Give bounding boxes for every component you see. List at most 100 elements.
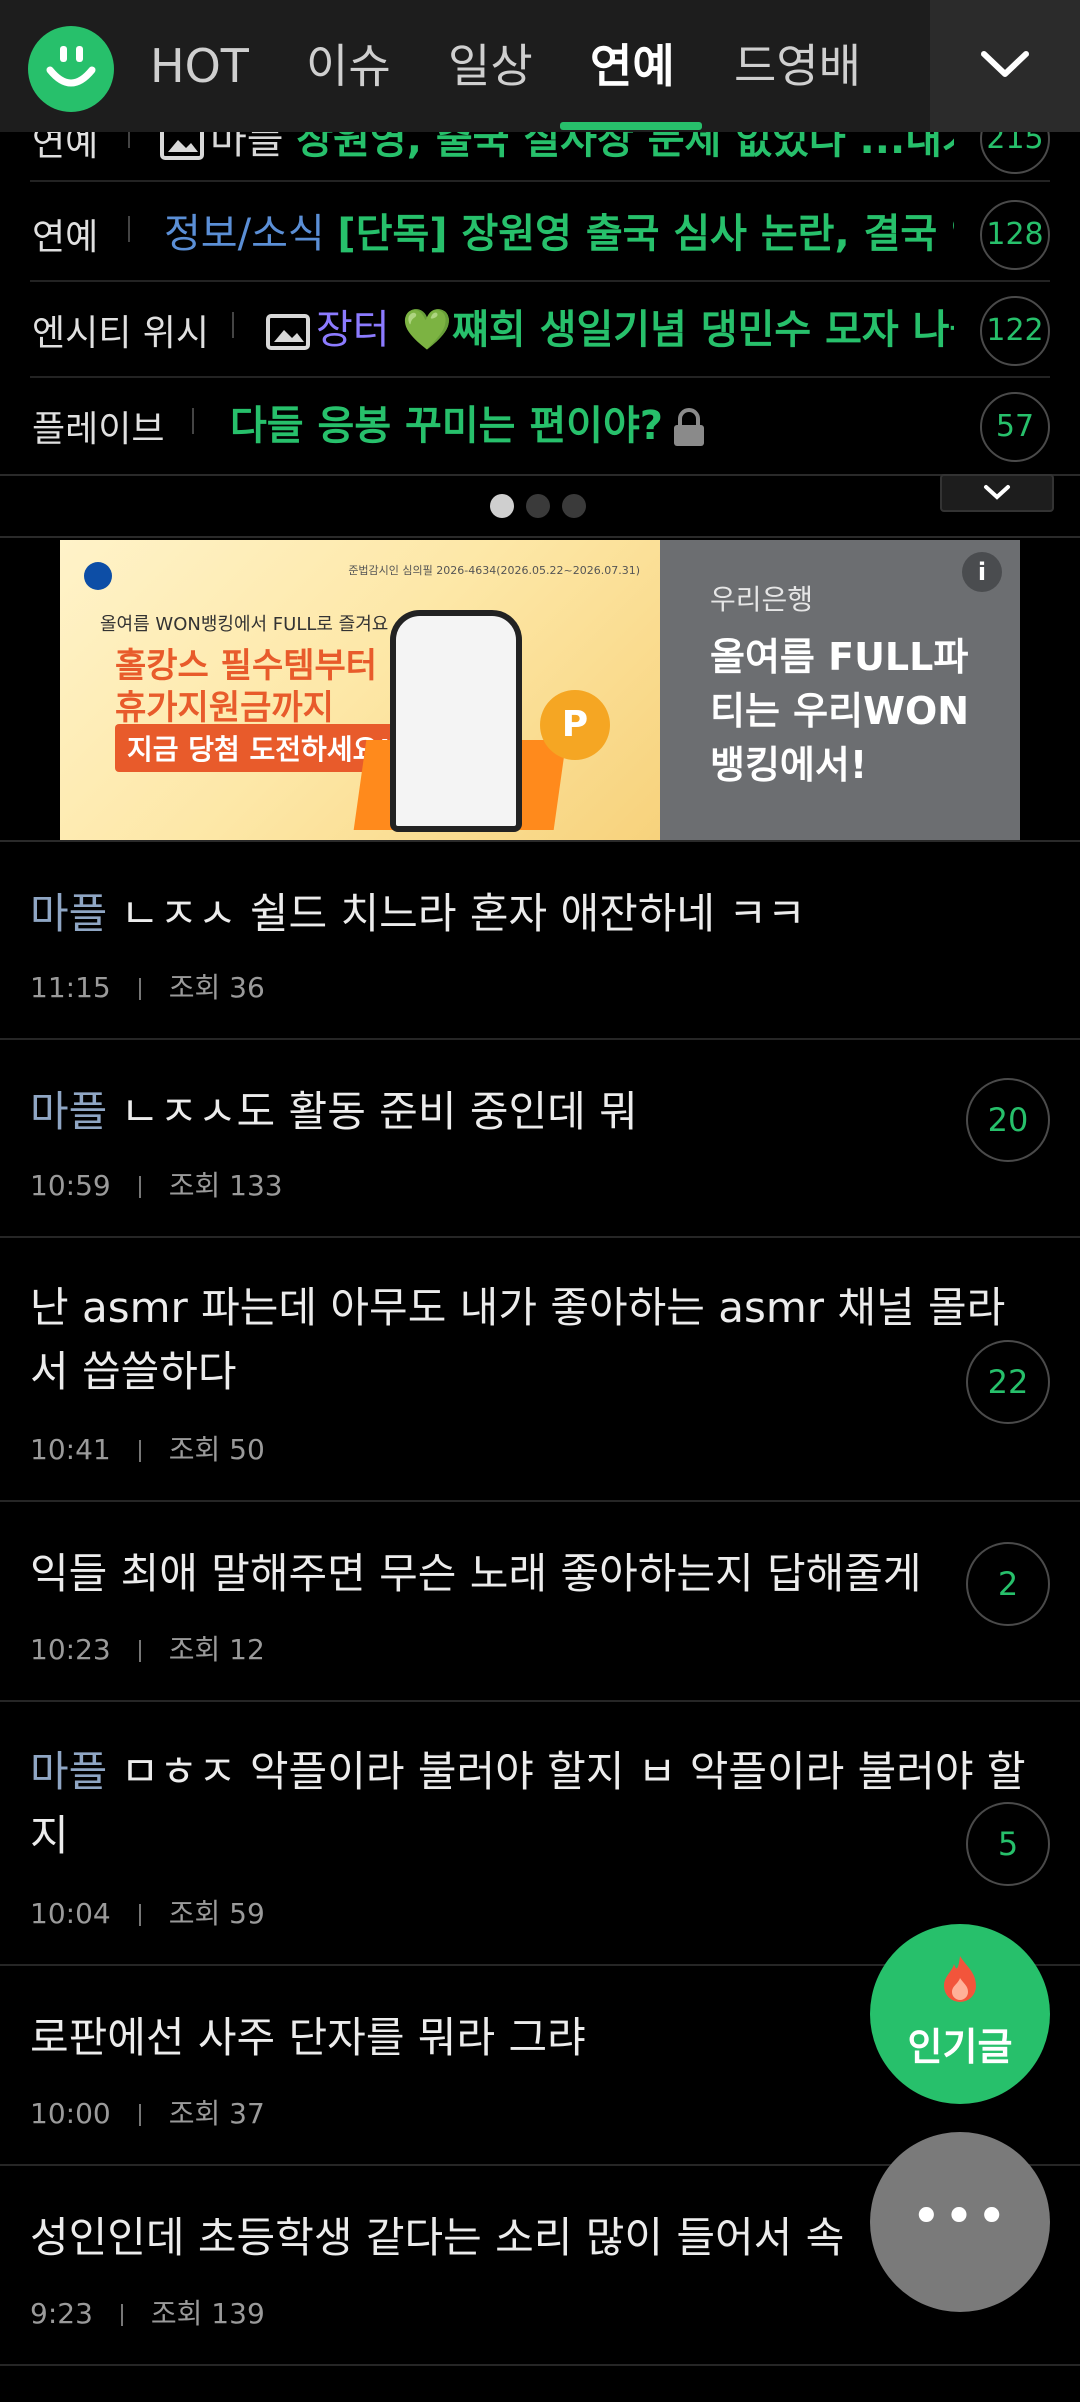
- ad-fineprint: 준법감시인 심의필 2026-4634(2026.05.22~2026.07.3…: [348, 564, 640, 577]
- comment-count-badge: 2: [966, 1542, 1050, 1626]
- more-menu-button[interactable]: •••: [870, 2132, 1050, 2312]
- post-title: 로판에선 사주 단자를 뭐라 그랴: [30, 2006, 870, 2070]
- divider: [192, 408, 194, 434]
- issue-row[interactable]: 플레이브 다들 응봉 꾸미는 편이야? 57: [30, 378, 1050, 472]
- issue-count-badge: 57: [980, 392, 1050, 462]
- post-views: 조회 36: [168, 971, 265, 1004]
- info-icon[interactable]: i: [962, 552, 1002, 592]
- carousel-pagination: [490, 494, 598, 520]
- post-meta: 10:23 조회 12: [30, 1628, 265, 1668]
- post-time: 10:00: [30, 2097, 111, 2130]
- ad-image[interactable]: 준법감시인 심의필 2026-4634(2026.05.22~2026.07.3…: [60, 540, 660, 840]
- chevron-down-icon: [984, 485, 1010, 500]
- post-title-text: ㄴㅈㅅ도 활동 준비 중인데 뭐: [120, 1087, 638, 1136]
- issue-count-badge: 128: [980, 200, 1050, 270]
- post-views: 조회 59: [168, 1897, 265, 1930]
- post-meta: 10:41 조회 50: [30, 1428, 265, 1468]
- post-views: 조회 50: [168, 1433, 265, 1466]
- tab-entertainment[interactable]: 연예: [590, 30, 675, 102]
- ad-brand: 우리은행: [710, 583, 814, 616]
- ad-image-line1: 올여름 WON뱅킹에서 FULL로 즐겨요: [100, 614, 389, 635]
- post-views: 조회 133: [168, 1169, 283, 1202]
- post-views: 조회 12: [168, 1633, 265, 1666]
- issue-subcategory: 장터: [316, 307, 390, 353]
- divider: [128, 216, 130, 242]
- post-views: 조회 37: [168, 2097, 265, 2130]
- list-item[interactable]: 마플 ㅁㅎㅈ 악플이라 불러야 할지 ㅂ 악플이라 불러야 할지 10:04 조회…: [0, 1702, 1080, 1966]
- tab-hot[interactable]: HOT: [150, 30, 249, 102]
- post-title: 난 asmr 파는데 아무도 내가 좋아하는 asmr 채널 몰라서 씁쓸하다: [30, 1276, 1030, 1404]
- ad-text-panel[interactable]: 우리은행 올여름 FULL파티는 우리WON 뱅킹에서! i: [660, 540, 1020, 840]
- issue-category: 엔시티 위시: [32, 313, 210, 354]
- post-meta: 10:59 조회 133: [30, 1164, 283, 1204]
- expand-tabs-button[interactable]: [930, 0, 1080, 132]
- post-time: 11:15: [30, 971, 111, 1004]
- image-icon: [266, 314, 310, 350]
- post-title-text: 익들 최애 말해주면 무슨 노래 좋아하는지 답해줄게: [30, 1549, 922, 1598]
- won-logo-icon: [84, 562, 112, 590]
- issue-category: 플레이브: [32, 409, 165, 450]
- post-views: 조회 139: [150, 2297, 265, 2330]
- post-time: 9:23: [30, 2297, 93, 2330]
- point-coin-icon: P: [540, 690, 610, 760]
- post-time: 10:59: [30, 1169, 111, 1202]
- post-time: 10:23: [30, 1633, 111, 1666]
- page-dot[interactable]: [562, 494, 586, 518]
- chevron-down-icon: [981, 51, 1029, 77]
- page-dot[interactable]: [526, 494, 550, 518]
- divider: [0, 474, 1080, 476]
- post-title: 익들 최애 말해주면 무슨 노래 좋아하는지 답해줄게: [30, 1542, 970, 1606]
- post-tag: 마플: [30, 889, 108, 938]
- page-dot-active[interactable]: [490, 494, 514, 518]
- list-item[interactable]: 마플 ㄴㅈㅅ도 활동 준비 중인데 뭐 10:59 조회 133 20: [0, 1040, 1080, 1238]
- post-title-text: 난 asmr 파는데 아무도 내가 좋아하는 asmr 채널 몰라서 씁쓸하다: [30, 1283, 1006, 1396]
- issue-title: 💚쨰희 생일기념 댕민수 모자 나눔: [402, 307, 954, 353]
- post-title-text: ㄴㅈㅅ 쉴드 치느라 혼자 애잔하네 ㅋㅋ: [120, 889, 806, 938]
- post-title: 마플 ㄴㅈㅅ 쉴드 치느라 혼자 애잔하네 ㅋㅋ: [30, 882, 930, 946]
- banner-ad[interactable]: 준법감시인 심의필 2026-4634(2026.05.22~2026.07.3…: [60, 540, 1020, 840]
- ad-image-line3: 휴가지원금까지: [115, 688, 334, 728]
- smiley-logo-icon[interactable]: [28, 26, 114, 112]
- post-title-text: 성인인데 초등학생 같다는 소리 많이 들어서 속: [30, 2213, 845, 2262]
- post-title: 마플 ㄴㅈㅅ도 활동 준비 중인데 뭐: [30, 1080, 930, 1144]
- issue-subcategory: 정보/소식: [164, 211, 325, 257]
- post-meta: 10:00 조회 37: [30, 2092, 265, 2132]
- post-tag: 마플: [30, 1087, 108, 1136]
- tab-issue[interactable]: 이슈: [306, 30, 391, 102]
- post-time: 10:04: [30, 1897, 111, 1930]
- lock-icon: [673, 408, 704, 446]
- list-item[interactable]: 마플 ㄴㅈㅅ 쉴드 치느라 혼자 애잔하네 ㅋㅋ 11:15 조회 36: [0, 842, 1080, 1040]
- collapse-issues-button[interactable]: [940, 474, 1054, 512]
- post-title: 마플 ㅁㅎㅈ 악플이라 불러야 할지 ㅂ 악플이라 불러야 할지: [30, 1740, 1040, 1868]
- active-tab-indicator: [560, 122, 702, 130]
- comment-count-badge: 20: [966, 1078, 1050, 1162]
- ad-headline: 올여름 FULL파티는 우리WON 뱅킹에서!: [710, 635, 970, 787]
- comment-count-badge: 22: [966, 1340, 1050, 1424]
- tab-drama-movie[interactable]: 드영배: [734, 30, 861, 102]
- post-meta: 10:04 조회 59: [30, 1892, 265, 1932]
- post-time: 10:41: [30, 1433, 111, 1466]
- post-tag: 마플: [30, 1747, 108, 1796]
- ad-image-line4: 지금 당첨 도전하세요!: [115, 724, 404, 772]
- fire-icon: [944, 1956, 976, 2002]
- divider: [0, 536, 1080, 538]
- divider: [232, 312, 234, 338]
- post-meta: 9:23 조회 139: [30, 2292, 265, 2332]
- popular-posts-button[interactable]: 인기글: [870, 1924, 1050, 2104]
- issue-title: 다들 응봉 꾸미는 편이야?: [230, 403, 663, 449]
- post-title: 성인인데 초등학생 같다는 소리 많이 들어서 속: [30, 2206, 890, 2270]
- post-meta: 11:15 조회 36: [30, 966, 265, 1006]
- tab-daily[interactable]: 일상: [448, 30, 533, 102]
- issue-title: [단독] 장원영 출국 심사 논란, 결국 안: [337, 211, 954, 257]
- list-item[interactable]: 익들 최애 말해주면 무슨 노래 좋아하는지 답해줄게 10:23 조회 12 2: [0, 1502, 1080, 1702]
- game-console-icon: [390, 610, 522, 832]
- issue-count-badge: 122: [980, 296, 1050, 366]
- issue-row[interactable]: 연예 정보/소식 [단독] 장원영 출국 심사 논란, 결국 안 128: [30, 186, 1050, 282]
- post-title-text: ㅁㅎㅈ 악플이라 불러야 할지 ㅂ 악플이라 불러야 할지: [30, 1747, 1026, 1860]
- post-title-text: 로판에선 사주 단자를 뭐라 그랴: [30, 2013, 586, 2062]
- list-item[interactable]: 난 asmr 파는데 아무도 내가 좋아하는 asmr 채널 몰라서 씁쓸하다 …: [0, 1238, 1080, 1502]
- top-tab-bar: HOT 이슈 일상 연예 드영배: [0, 0, 1080, 132]
- issue-row[interactable]: 엔시티 위시 장터 💚쨰희 생일기념 댕민수 모자 나눔 122: [30, 282, 1050, 378]
- popular-posts-label: 인기글: [907, 2025, 1013, 2069]
- comment-count-badge: 5: [966, 1802, 1050, 1886]
